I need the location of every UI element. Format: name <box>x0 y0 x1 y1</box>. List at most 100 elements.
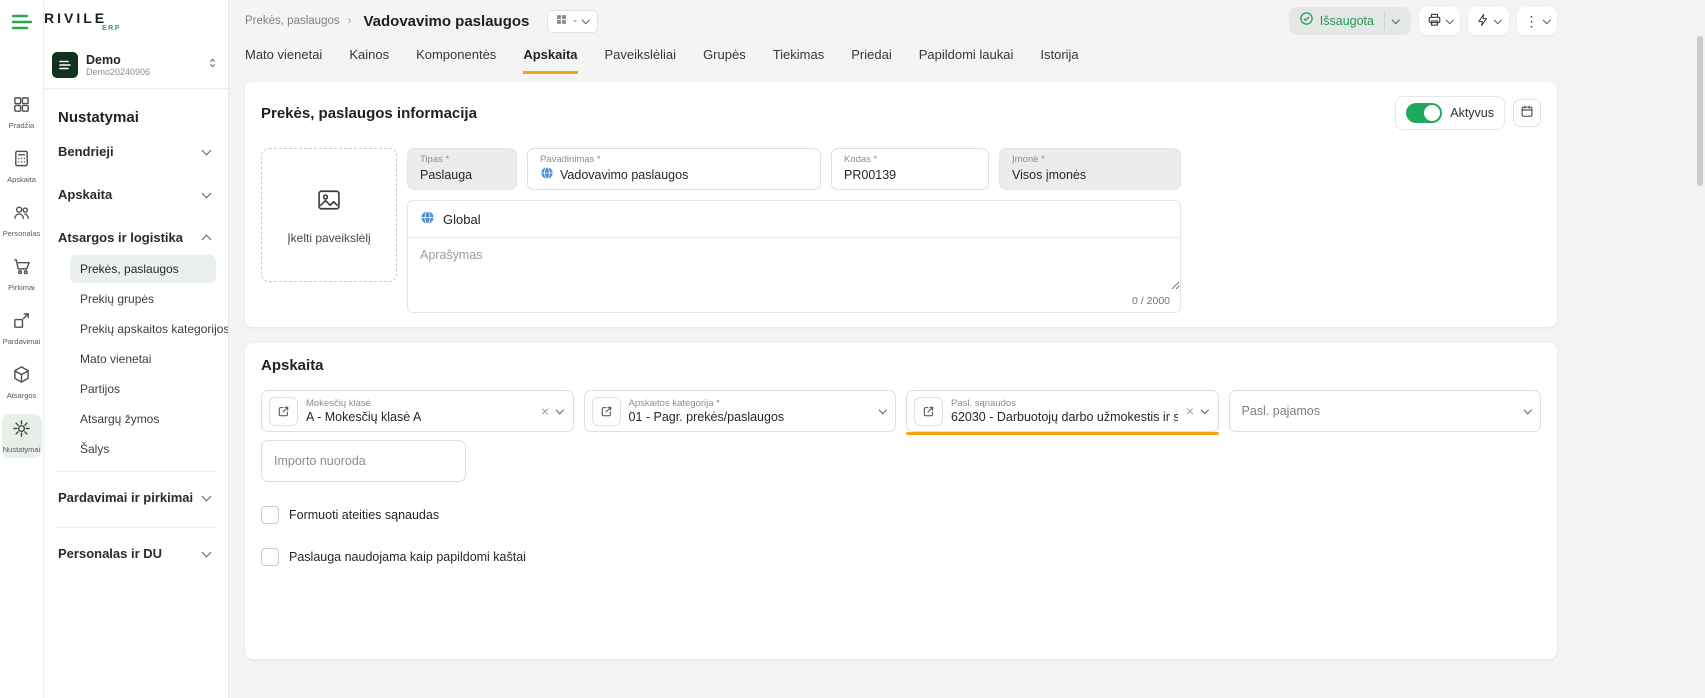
checkbox-paslauga-papildomi-kastai[interactable]: Paslauga naudojama kaip papildomi kaštai <box>261 548 526 566</box>
chevron-down-icon <box>1542 16 1550 24</box>
save-button[interactable]: Išsaugota <box>1289 7 1411 35</box>
account-info: Demo Demo20240906 <box>86 53 199 77</box>
nav-group-atsargos-logistika[interactable]: Atsargos ir logistika <box>56 216 216 259</box>
tab-komponentes[interactable]: Komponentės <box>416 47 496 74</box>
rail-label: Pradžia <box>9 121 34 130</box>
sidebar-item-partijos[interactable]: Partijos <box>70 375 216 403</box>
sidebar-item-mato-vienetai[interactable]: Mato vienetai <box>70 345 216 373</box>
apskaitos-kategorija-value: 01 - Pagr. prekės/paslaugos <box>629 410 872 424</box>
apskaitos-kategorija-select[interactable]: Apskaitos kategorija * 01 - Pagr. prekės… <box>584 390 897 432</box>
chevron-down-icon <box>202 547 212 557</box>
external-link-icon[interactable] <box>269 397 298 426</box>
unfold-more-icon[interactable] <box>207 56 218 74</box>
checkbox-icon[interactable] <box>261 548 279 566</box>
account-switcher[interactable]: Demo Demo20240906 <box>44 44 228 89</box>
nav-group-pardavimai-pirkimai[interactable]: Pardavimai ir pirkimai <box>56 471 216 519</box>
nav-group-label: Pardavimai ir pirkimai <box>58 490 193 505</box>
brand-erp: ERP <box>102 25 216 32</box>
tab-istorija[interactable]: Istorija <box>1040 47 1078 74</box>
breadcrumb-parent[interactable]: Prekės, paslaugos <box>245 15 340 27</box>
imone-field[interactable]: Įmonė * Visos įmonės <box>999 148 1181 190</box>
sidebar-item-prekes-paslaugos[interactable]: Prekės, paslaugos <box>70 255 216 283</box>
menu-icon[interactable] <box>11 0 33 42</box>
breadcrumb: Prekės, paslaugos › Vadovavimo paslaugos… <box>245 10 598 33</box>
rail-item-apskaita[interactable]: Apskaita <box>2 144 42 188</box>
tipas-label: Tipas * <box>420 154 449 165</box>
image-upload-dropzone[interactable]: Įkelti paveikslėlį <box>261 148 397 282</box>
description-box: Global 0 / 2000 <box>407 200 1181 313</box>
accounting-card: Apskaita Mokesčių klasė A - Mokesčių kla… <box>245 343 1557 659</box>
nav-title: Nustatymai <box>58 109 216 126</box>
tab-kainos[interactable]: Kainos <box>349 47 389 74</box>
description-textarea[interactable] <box>408 238 1180 290</box>
nav-group-label: Personalas ir DU <box>58 546 162 561</box>
page-content: Prekės, paslaugos informacija Aktyvus <box>229 74 1573 659</box>
people-icon <box>12 203 31 227</box>
tab-paveiksleliai[interactable]: Paveikslėliai <box>605 47 677 74</box>
imone-label: Įmonė * <box>1012 154 1045 165</box>
tab-mato-vienetai[interactable]: Mato vienetai <box>245 47 322 74</box>
page-title: Vadovavimo paslaugos <box>363 13 529 30</box>
icon-rail: Pradžia Apskaita Personalas Pirkimai Par… <box>0 0 44 698</box>
tab-tiekimas[interactable]: Tiekimas <box>773 47 825 74</box>
tab-apskaita[interactable]: Apskaita <box>523 47 577 74</box>
rail-item-pirkimai[interactable]: Pirkimai <box>2 252 42 296</box>
rail-item-nustatymai[interactable]: Nustatymai <box>2 414 42 458</box>
kodas-value: PR00139 <box>844 168 896 182</box>
active-toggle[interactable] <box>1406 103 1442 123</box>
pavadinimas-field[interactable]: Pavadinimas * Vadovavimo paslaugos <box>527 148 821 190</box>
nav-group-label: Apskaita <box>58 187 112 202</box>
view-selector[interactable]: - <box>547 10 597 33</box>
rail-label: Atsargos <box>7 391 37 400</box>
imone-value: Visos įmonės <box>1012 168 1086 182</box>
global-label: Global <box>443 212 481 227</box>
tab-grupes[interactable]: Grupės <box>703 47 746 74</box>
clear-icon[interactable]: × <box>1186 403 1194 419</box>
chevron-down-icon <box>202 188 212 198</box>
app-window: Pradžia Apskaita Personalas Pirkimai Par… <box>0 0 1705 698</box>
rail-item-pradzia[interactable]: Pradžia <box>2 90 42 134</box>
more-options-button[interactable]: ⋮ <box>1517 7 1558 35</box>
clear-icon[interactable]: × <box>541 403 549 419</box>
rail-item-personalas[interactable]: Personalas <box>2 198 42 242</box>
chevron-down-icon <box>1392 16 1400 24</box>
scrollbar[interactable] <box>1697 36 1703 186</box>
pasl-sanaudos-label: Pasl. sąnaudos <box>951 398 1178 409</box>
nav-group-bendrieji[interactable]: Bendrieji <box>56 130 216 173</box>
kodas-field[interactable]: Kodas * PR00139 <box>831 148 989 190</box>
save-dropdown-button[interactable] <box>1385 20 1407 23</box>
tipas-field[interactable]: Tipas * Paslauga <box>407 148 517 190</box>
nav-group-apskaita[interactable]: Apskaita <box>56 173 216 216</box>
active-toggle-label: Aktyvus <box>1450 106 1494 120</box>
card-title: Apskaita <box>261 357 1541 374</box>
checkbox-formuoti-ateities-sanaudas[interactable]: Formuoti ateities sąnaudas <box>261 506 439 524</box>
main-area: Prekės, paslaugos › Vadovavimo paslaugos… <box>229 0 1705 698</box>
chevron-down-icon <box>1494 16 1502 24</box>
quick-actions-button[interactable] <box>1468 7 1509 35</box>
sidebar-item-prekiu-grupes[interactable]: Prekių grupės <box>70 285 216 313</box>
external-link-icon[interactable] <box>592 397 621 426</box>
account-name: Demo <box>86 53 199 67</box>
tab-papildomi-laukai[interactable]: Papildomi laukai <box>919 47 1014 74</box>
pasl-pajamos-select[interactable]: Pasl. pajamos <box>1229 390 1542 432</box>
rail-item-atsargos[interactable]: Atsargos <box>2 360 42 404</box>
mokesciu-klase-select[interactable]: Mokesčių klasė A - Mokesčių klasė A × <box>261 390 574 432</box>
importo-nuoroda-input[interactable] <box>261 440 466 482</box>
tab-priedai[interactable]: Priedai <box>851 47 891 74</box>
nav-group-personalas-du[interactable]: Personalas ir DU <box>56 527 216 575</box>
sidebar-item-prekiu-apskaitos-kategorijos[interactable]: Prekių apskaitos kategorijos <box>70 315 216 343</box>
rail-label: Personalas <box>3 229 41 238</box>
calendar-button[interactable] <box>1513 99 1541 127</box>
pasl-sanaudos-select[interactable]: Pasl. sąnaudos 62030 - Darbuotojų darbo … <box>906 390 1219 432</box>
rail-label: Pirkimai <box>8 283 35 292</box>
sidebar-item-salys[interactable]: Šalys <box>70 435 216 463</box>
print-button[interactable] <box>1419 7 1461 35</box>
chevron-down-icon <box>556 406 564 414</box>
nav-sublist: Prekės, paslaugos Prekių grupės Prekių a… <box>56 255 216 463</box>
checkbox-icon[interactable] <box>261 506 279 524</box>
lightning-icon <box>1476 13 1490 30</box>
global-language-header: Global <box>408 201 1180 238</box>
rail-item-pardavimai[interactable]: Pardavimai <box>2 306 42 350</box>
sidebar-item-atsargu-zymos[interactable]: Atsargų žymos <box>70 405 216 433</box>
external-link-icon[interactable] <box>914 397 943 426</box>
